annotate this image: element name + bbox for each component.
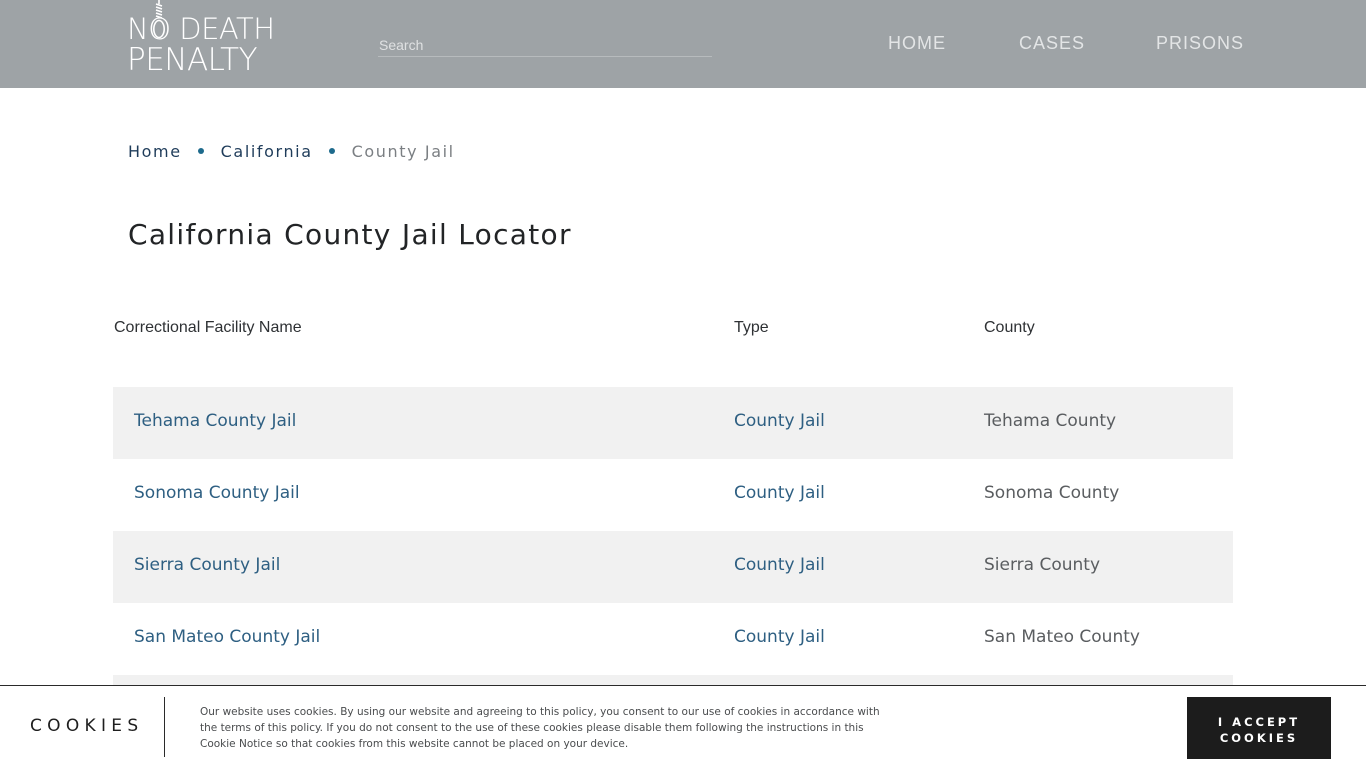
accept-cookies-label-line1: I ACCEPT xyxy=(1217,715,1301,729)
facility-name-link[interactable]: San Mateo County Jail xyxy=(134,627,320,647)
site-header: NO DEATH PENALTY HOME CASES PRISONS xyxy=(0,0,1366,88)
table-header: Correctional Facility Name Type County xyxy=(113,310,1233,387)
cookie-notice-text: Our website uses cookies. By using our w… xyxy=(200,706,880,750)
column-header-name: Correctional Facility Name xyxy=(114,319,302,336)
table-row: Sonoma County Jail County Jail Sonoma Co… xyxy=(113,459,1233,531)
nav-home[interactable]: HOME xyxy=(888,33,946,54)
breadcrumb-separator-icon xyxy=(197,148,204,154)
accept-cookies-button[interactable]: I ACCEPT COOKIES xyxy=(1187,697,1331,759)
cookie-banner-title: COOKIES xyxy=(30,716,144,736)
column-header-county: County xyxy=(984,319,1035,336)
cookie-divider xyxy=(164,697,165,757)
table-row: Tehama County Jail County Jail Tehama Co… xyxy=(113,387,1233,459)
facility-name-link[interactable]: Tehama County Jail xyxy=(134,411,296,431)
facility-county: Tehama County xyxy=(984,411,1117,431)
table-row: San Mateo County Jail County Jail San Ma… xyxy=(113,603,1233,675)
breadcrumb-california[interactable]: California xyxy=(221,142,313,161)
facility-type-link[interactable]: County Jail xyxy=(734,555,825,575)
cookie-banner: COOKIES Our website uses cookies. By usi… xyxy=(0,685,1366,768)
facility-county: Sonoma County xyxy=(984,483,1120,503)
facility-table: Correctional Facility Name Type County T… xyxy=(113,310,1233,747)
facility-type-link[interactable]: County Jail xyxy=(734,411,825,431)
breadcrumb: Home California County Jail xyxy=(128,142,455,164)
table-row: Sierra County Jail County Jail Sierra Co… xyxy=(113,531,1233,603)
main-nav: HOME CASES PRISONS xyxy=(0,33,1366,57)
column-header-type: Type xyxy=(734,319,769,336)
nav-cases[interactable]: CASES xyxy=(1019,33,1085,54)
nav-prisons[interactable]: PRISONS xyxy=(1156,33,1244,54)
facility-name-link[interactable]: Sonoma County Jail xyxy=(134,483,300,503)
breadcrumb-home[interactable]: Home xyxy=(128,142,182,161)
breadcrumb-separator-icon xyxy=(328,148,335,154)
facility-county: Sierra County xyxy=(984,555,1101,575)
breadcrumb-current: County Jail xyxy=(351,142,455,161)
page-title: California County Jail Locator xyxy=(128,218,572,251)
facility-name-link[interactable]: Sierra County Jail xyxy=(134,555,280,575)
facility-type-link[interactable]: County Jail xyxy=(734,483,825,503)
facility-county: San Mateo County xyxy=(984,627,1140,647)
accept-cookies-label-line2: COOKIES xyxy=(1219,731,1299,745)
facility-type-link[interactable]: County Jail xyxy=(734,627,825,647)
